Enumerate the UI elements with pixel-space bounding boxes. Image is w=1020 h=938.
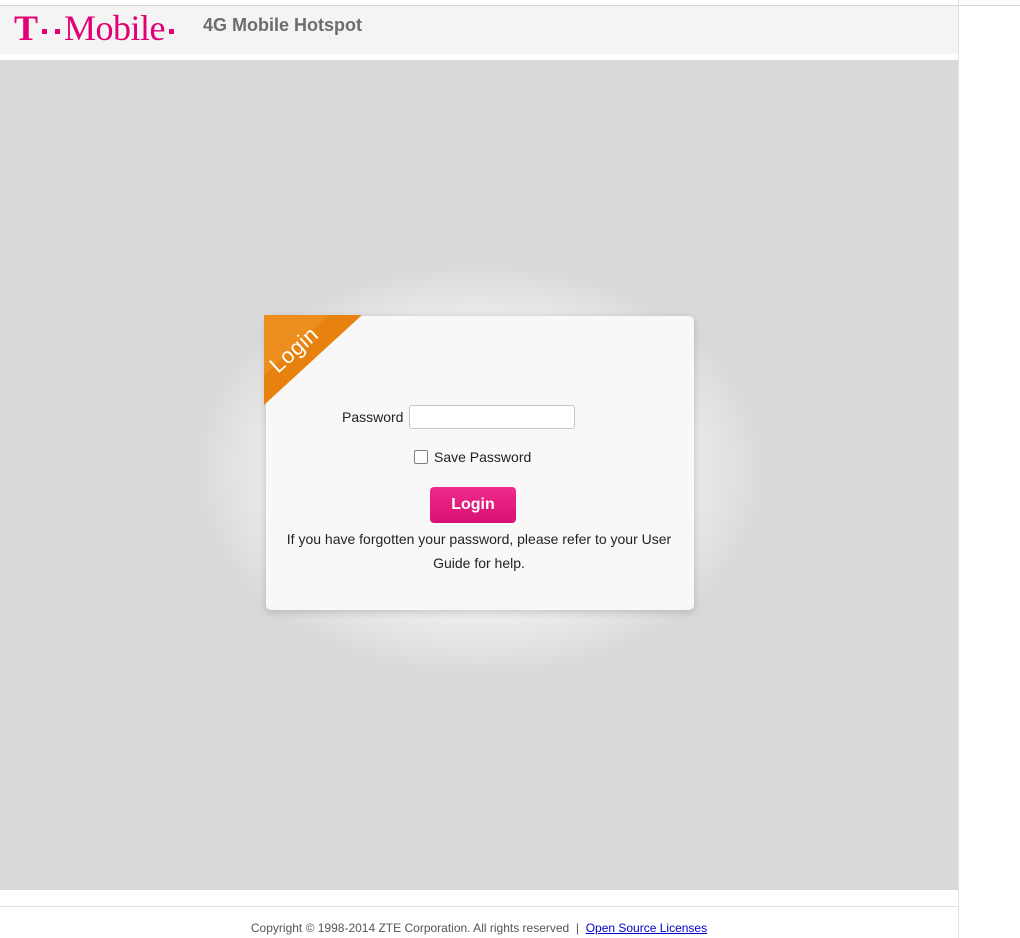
right-divider xyxy=(958,0,959,938)
footer: Copyright © 1998-2014 ZTE Corporation. A… xyxy=(0,921,958,935)
login-button[interactable]: Login xyxy=(430,487,516,523)
logo-dot xyxy=(169,28,175,34)
logo-word: Mobile xyxy=(64,8,166,48)
save-password-label[interactable]: Save Password xyxy=(434,449,531,465)
page: T Mobile 4G Mobile Hotspot Login Passwor… xyxy=(0,0,1020,938)
forgot-password-help: If you have forgotten your password, ple… xyxy=(286,531,672,571)
footer-divider xyxy=(0,906,958,907)
login-ribbon: Login xyxy=(264,315,362,405)
save-password-row[interactable]: Save Password xyxy=(414,449,531,465)
checkbox-icon[interactable] xyxy=(414,450,428,464)
login-card: Login Password Save Password Login If yo… xyxy=(264,315,694,610)
tmobile-logo: T Mobile xyxy=(14,8,178,48)
logo-t: T xyxy=(14,8,39,48)
product-name: 4G Mobile Hotspot xyxy=(203,15,362,35)
copyright-text: Copyright © 1998-2014 ZTE Corporation. A… xyxy=(250,921,570,935)
password-input[interactable] xyxy=(409,405,575,429)
login-stage: Login Password Save Password Login If yo… xyxy=(0,60,958,890)
header: T Mobile 4G Mobile Hotspot xyxy=(0,6,958,54)
logo-dot xyxy=(55,28,61,34)
logo-dot xyxy=(42,28,48,34)
footer-separator: | xyxy=(575,921,580,935)
password-label: Password xyxy=(342,409,404,425)
open-source-licenses-link[interactable]: Open Source Licenses xyxy=(586,921,707,935)
